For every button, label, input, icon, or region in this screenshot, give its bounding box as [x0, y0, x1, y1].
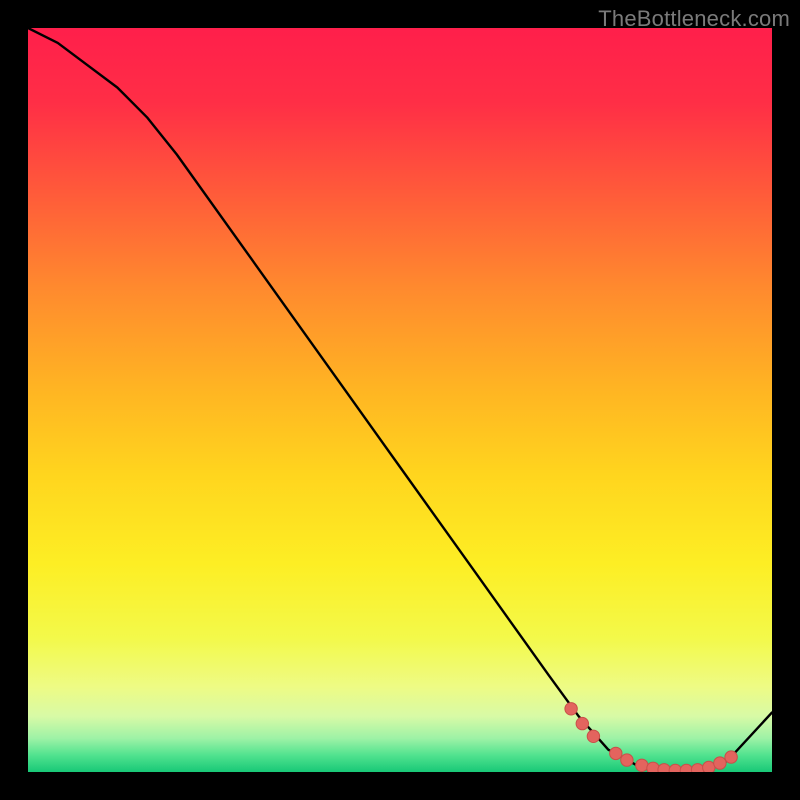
- data-marker: [621, 754, 633, 766]
- data-marker: [691, 764, 703, 772]
- data-marker: [680, 764, 692, 772]
- plot-area: [28, 28, 772, 772]
- data-marker: [587, 730, 599, 742]
- data-marker: [647, 762, 659, 772]
- bottleneck-chart: [28, 28, 772, 772]
- gradient-background: [28, 28, 772, 772]
- data-marker: [576, 717, 588, 729]
- chart-frame: TheBottleneck.com: [0, 0, 800, 800]
- data-marker: [703, 761, 715, 772]
- data-marker: [565, 703, 577, 715]
- data-marker: [669, 764, 681, 772]
- data-marker: [725, 751, 737, 763]
- data-marker: [610, 747, 622, 759]
- data-marker: [658, 764, 670, 772]
- watermark-text: TheBottleneck.com: [598, 6, 790, 32]
- data-marker: [714, 757, 726, 769]
- data-marker: [636, 759, 648, 771]
